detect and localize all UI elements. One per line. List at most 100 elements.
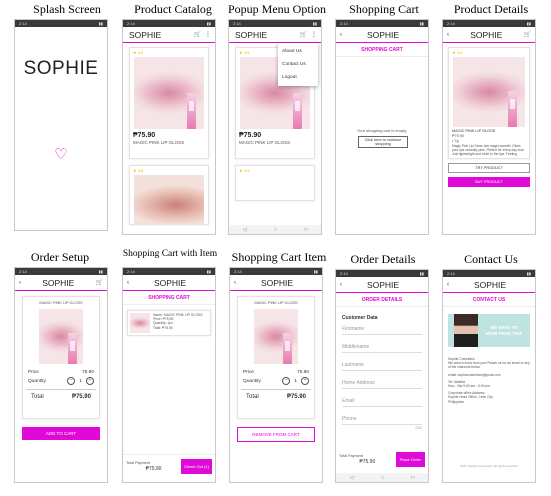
app-title: SOPHIE: [366, 279, 400, 290]
status-bar: 2:14 ▮▮: [230, 268, 322, 275]
caption-cart-with-item: Shopping Cart with Item: [122, 249, 218, 259]
contact-line: Mon - Sat 9:00 am - 5:00 pm: [448, 384, 490, 389]
phone-field[interactable]: Phone: [342, 413, 422, 425]
price-label: Price: [28, 370, 39, 375]
cart-icon[interactable]: 🛒: [524, 31, 531, 38]
heart-icon[interactable]: ♡: [15, 145, 107, 163]
cart-item-thumb: [130, 313, 150, 333]
contact-info: Sophie Cosmetics We want to hear from yo…: [443, 347, 535, 404]
contact-footer: 2017 Sophie Cosmetics. All rights reserv…: [460, 464, 518, 468]
app-title: SOPHIE: [235, 29, 268, 40]
checkout-button[interactable]: Check Out (1): [181, 459, 212, 474]
try-product-button[interactable]: TRY PRODUCT: [448, 163, 530, 173]
cart-icon[interactable]: 🛒: [96, 279, 103, 286]
caption-splash: Splash Screen: [33, 2, 101, 16]
middlename-field[interactable]: Middlename: [342, 341, 422, 353]
quantity-label: Quantity: [243, 378, 261, 384]
nav-recent-icon[interactable]: □: [304, 227, 307, 233]
caption-order-setup: Order Setup: [30, 250, 90, 264]
add-to-cart-button[interactable]: ADD TO CART: [22, 427, 100, 440]
status-bar: 2:14 ▮▮: [123, 20, 215, 27]
lastname-field[interactable]: Lastname: [342, 359, 422, 371]
price-row: Price 75.90: [238, 364, 314, 375]
cart-item[interactable]: Name: MAGIC PINK LIP GLOSS Price: ₱75.90…: [127, 310, 211, 336]
status-time: 2:14: [234, 269, 242, 274]
status-bar: 2:14 ▮▮: [229, 20, 321, 27]
product-card[interactable]: ★ 4.5: [235, 165, 315, 201]
app-title: SOPHIE: [470, 29, 503, 40]
contact-title: CONTACT US: [443, 293, 535, 307]
place-order-button[interactable]: Place Order: [395, 451, 425, 467]
product-name: MAGIC PINK LIP GLOSS: [133, 140, 185, 145]
product-price: ₱75.90: [133, 132, 156, 139]
status-time: 2:14: [127, 21, 135, 26]
cart-icon[interactable]: 🛒: [300, 31, 307, 38]
status-bar: 2:14 ▮▮: [336, 20, 428, 27]
total-block: Total Payment ₱75.90: [126, 461, 181, 472]
quantity-stepper: − 1 +: [67, 377, 94, 385]
total-label: Total: [31, 394, 44, 400]
app-title: SOPHIE: [42, 277, 75, 288]
menu-item-contact[interactable]: Contact Us: [278, 58, 318, 71]
product-image: [134, 175, 204, 225]
plus-icon[interactable]: +: [86, 377, 94, 385]
product-card[interactable]: ★ 4.5 ₱75.90 MAGIC PINK LIP GLOSS: [129, 47, 209, 159]
rating-value: 4.5: [243, 168, 250, 173]
more-vert-icon[interactable]: ⋮: [311, 31, 317, 38]
nav-home-icon[interactable]: ○: [274, 227, 277, 233]
nav-home-icon[interactable]: ○: [381, 475, 384, 481]
total-block: Total Payment ₱75.90: [339, 454, 396, 465]
status-bar: 2:14 ▮▮: [443, 20, 535, 27]
continue-shopping-button[interactable]: Click here to continue shopping: [358, 136, 408, 148]
app-bar: ‹ SOPHIE: [336, 277, 428, 293]
status-bar: 2:14 ▮▮: [15, 268, 107, 275]
status-time: 2:14: [447, 271, 455, 276]
menu-item-about[interactable]: About Us: [278, 45, 318, 58]
nav-recent-icon[interactable]: □: [411, 475, 414, 481]
battery-icon: ▮▮: [419, 271, 424, 276]
product-image: [134, 57, 204, 129]
nav-back-icon[interactable]: ◁: [350, 475, 354, 481]
app-bar: ‹ SOPHIE 🛒: [15, 275, 107, 291]
battery-icon: ▮▮: [98, 269, 103, 274]
plus-icon[interactable]: +: [301, 377, 309, 385]
battery-icon: ▮▮: [206, 269, 211, 274]
minus-icon[interactable]: −: [282, 377, 291, 385]
system-nav-bar: ◁ ○ □: [229, 225, 321, 234]
phone-counter: 0/11: [415, 426, 422, 430]
home-address-field[interactable]: Home Address: [342, 377, 422, 389]
banner-line-2: HEAR FROM YOU!: [485, 330, 523, 336]
status-bar: 2:14 ▮▮: [15, 20, 107, 27]
product-description: Magic Pink Lip Gloss has magic warmth. G…: [452, 144, 525, 156]
rating-value: 4.5: [137, 168, 144, 173]
app-bar: SOPHIE 🛒 ⋮: [123, 27, 215, 43]
remove-from-cart-button[interactable]: REMOVE FROM CART: [237, 427, 315, 442]
lipgloss-tube: [68, 333, 77, 364]
rating-value: 4.5: [456, 50, 463, 55]
product-title: MAGIC PINK LIP GLOSS: [39, 301, 83, 305]
product-name: MAGIC PINK LIP GLOSS: [239, 140, 291, 145]
lipgloss-tube: [293, 93, 302, 129]
app-bar: ‹ SOPHIE: [336, 27, 428, 43]
quantity-value: 1: [79, 378, 82, 384]
order-setup-screen: 2:14 ▮▮ ‹ SOPHIE 🛒 MAGIC PINK LIP GLOSS P…: [14, 267, 108, 483]
quantity-value: 1: [294, 378, 297, 384]
firstname-field[interactable]: Firstname: [342, 323, 422, 335]
more-vert-icon[interactable]: ⋮: [205, 31, 211, 38]
menu-item-logout[interactable]: Logout: [278, 71, 318, 84]
app-title: SOPHIE: [153, 277, 187, 288]
nav-back-icon[interactable]: ◁: [243, 227, 247, 233]
cart-icon[interactable]: 🛒: [194, 31, 201, 38]
total-payment-value: ₱75.90: [145, 466, 162, 472]
rating: ★ 4.5: [452, 50, 463, 55]
lipgloss-tube: [508, 91, 517, 127]
quantity-row: Quantity − 1 +: [23, 375, 99, 387]
minus-icon[interactable]: −: [67, 377, 76, 385]
shopping-cart-screen: 2:14 ▮▮ ‹ SOPHIE SHOPPING CART Your shopp…: [335, 19, 429, 235]
product-card[interactable]: ★ 4.5: [129, 165, 209, 225]
rating-value: 4.5: [137, 50, 144, 55]
buy-product-button[interactable]: BUY PRODUCT: [448, 177, 530, 187]
caption-popup: Popup Menu Option: [227, 2, 326, 16]
email-field[interactable]: Email: [342, 395, 422, 407]
total-row: Total ₱75.90: [241, 389, 311, 400]
